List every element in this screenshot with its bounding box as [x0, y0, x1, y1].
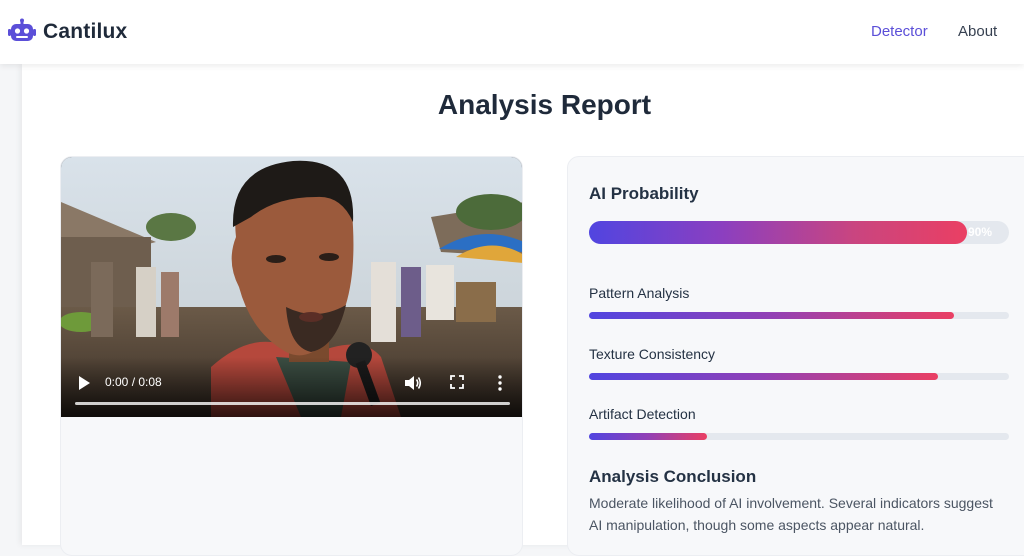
media-card: 0:00 / 0:08	[60, 156, 523, 556]
video-player[interactable]: 0:00 / 0:08	[61, 157, 522, 417]
robot-icon	[8, 18, 36, 41]
ai-probability-fill	[589, 221, 967, 244]
main-content: Analysis Report 0:00 / 0:08 AI Probabili…	[22, 64, 1024, 556]
metric-bar-pattern	[589, 312, 1009, 319]
page-title: Analysis Report	[437, 89, 652, 120]
brand-name: Cantilux	[43, 20, 128, 43]
nav-link-detector[interactable]: Detector	[871, 23, 928, 40]
play-icon[interactable]	[77, 375, 91, 391]
conclusion-text: Moderate likelihood of AI involvement. S…	[589, 495, 993, 533]
top-navbar: Cantilux Detector About	[0, 0, 1024, 64]
metric-label-artifact: Artifact Detection	[589, 406, 696, 422]
metric-fill-texture	[589, 373, 938, 380]
metric-label-pattern: Pattern Analysis	[589, 285, 690, 301]
metric-bar-texture	[589, 373, 1009, 380]
conclusion-title: Analysis Conclusion	[589, 467, 757, 486]
fullscreen-icon[interactable]	[450, 375, 464, 389]
more-vertical-icon[interactable]	[497, 374, 503, 392]
video-time: 0:00 / 0:08	[105, 375, 162, 389]
brand-logo[interactable]: Cantilux	[8, 18, 127, 46]
volume-icon[interactable]	[404, 374, 422, 392]
metric-label-texture: Texture Consistency	[589, 346, 716, 362]
results-card: AI Probability 90% Pattern Analysis Text…	[567, 156, 1024, 556]
video-controls: 0:00 / 0:08	[61, 357, 522, 417]
nav-link-about[interactable]: About	[958, 23, 997, 40]
seek-bar[interactable]	[75, 402, 510, 405]
metric-bar-artifact	[589, 433, 1009, 440]
metric-fill-artifact	[589, 433, 707, 440]
metric-fill-pattern	[589, 312, 955, 319]
ai-probability-bar: 90%	[589, 221, 1009, 244]
ai-probability-value: 90%	[968, 225, 993, 239]
ai-probability-label: AI Probability	[589, 184, 699, 203]
